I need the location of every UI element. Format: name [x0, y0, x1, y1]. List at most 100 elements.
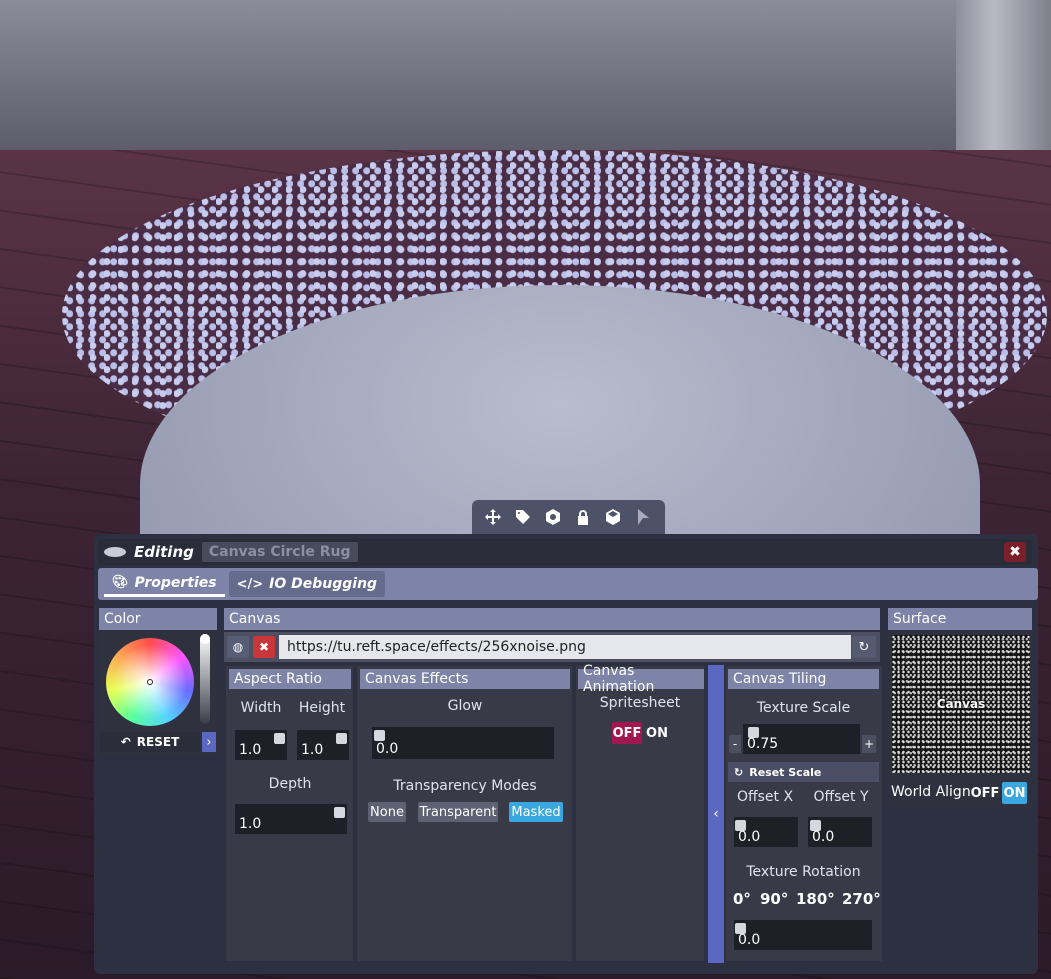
refresh-url-button[interactable]: ↻ [852, 636, 876, 658]
mode-masked-button[interactable]: Masked [509, 802, 563, 822]
cube-icon[interactable] [599, 504, 627, 530]
texture-rotation-value: 0.0 [738, 932, 761, 948]
surface-header-label: Surface [893, 611, 947, 627]
editing-label: Editing [134, 543, 194, 561]
mode-none-button[interactable]: None [368, 802, 406, 822]
tab-io-debugging-label: IO Debugging [269, 576, 378, 592]
palette-icon: 🎨︎ [112, 575, 129, 590]
height-label: Height [298, 700, 346, 716]
rotation-90-button[interactable]: 90° [760, 890, 788, 908]
height-value: 1.0 [301, 742, 324, 758]
brightness-knob[interactable] [200, 634, 210, 644]
brightness-slider[interactable] [200, 634, 210, 724]
transparency-modes-label: Transparency Modes [393, 778, 537, 794]
chevron-left-icon: ‹ [713, 806, 719, 822]
canvas-animation-header-label: Canvas Animation [583, 663, 655, 695]
reset-color-button[interactable]: ↶ RESET [100, 732, 200, 752]
texture-rotation-label: Texture Rotation [746, 864, 861, 880]
surface-header: Surface [888, 608, 1032, 630]
glow-value: 0.0 [376, 741, 399, 757]
world-align-on-button[interactable]: ON [1002, 782, 1027, 804]
url-input[interactable]: https://tu.reft.space/effects/256xnoise.… [279, 635, 851, 659]
canvas-tiling-header: Canvas Tiling [728, 669, 879, 689]
tag-icon[interactable] [509, 504, 537, 530]
scale-plus-button[interactable]: + [862, 735, 876, 753]
code-icon: </> [236, 576, 264, 592]
offset-x-slider[interactable]: 0.0 [734, 817, 798, 847]
glow-slider[interactable]: 0.0 [372, 727, 554, 759]
object-name[interactable]: Canvas Circle Rug [201, 542, 358, 562]
surface-preview[interactable]: Canvas [892, 635, 1030, 773]
tab-properties-label: Properties [134, 574, 217, 591]
offset-x-value: 0.0 [738, 829, 761, 845]
texture-rotation-slider[interactable]: 0.0 [734, 920, 872, 950]
color-header: Color [99, 608, 217, 630]
gizmo-toolbar [472, 500, 665, 534]
close-button[interactable]: ✖ [1004, 542, 1026, 562]
globe-button[interactable]: ◍ [227, 636, 249, 658]
reset-scale-button[interactable]: ↻ Reset Scale [728, 762, 879, 782]
reset-scale-label: Reset Scale [749, 765, 822, 779]
offset-y-slider[interactable]: 0.0 [808, 817, 872, 847]
cube-gear-icon[interactable] [539, 504, 567, 530]
undo-icon: ↶ [120, 735, 131, 749]
offset-y-value: 0.0 [812, 829, 835, 845]
texture-scale-slider[interactable]: 0.75 [743, 724, 860, 754]
offset-y-label: Offset Y [813, 789, 869, 805]
surface-preview-label: Canvas [936, 697, 986, 711]
tab-io-debugging[interactable]: </> IO Debugging [228, 571, 386, 597]
clear-url-button[interactable]: ✖ [253, 636, 275, 658]
rotation-270-button[interactable]: 270° [842, 890, 881, 908]
editor-panel: Editing Canvas Circle Rug ✖ 🎨︎ Propertie… [94, 534, 1038, 974]
glow-label: Glow [447, 698, 483, 714]
tab-bar: 🎨︎ Properties </> IO Debugging [98, 568, 1038, 600]
lock-icon[interactable] [569, 504, 597, 530]
move-icon[interactable] [479, 504, 507, 530]
refresh-icon: ↻ [858, 639, 870, 655]
width-slider[interactable]: 1.0 [235, 730, 287, 760]
offset-x-label: Offset X [736, 789, 794, 805]
globe-icon: ◍ [232, 640, 244, 654]
close-icon: ✖ [258, 640, 270, 654]
depth-label: Depth [268, 776, 312, 792]
depth-value: 1.0 [239, 816, 262, 832]
texture-scale-value: 0.75 [747, 736, 779, 752]
canvas-effects-header-label: Canvas Effects [365, 671, 469, 687]
reset-scale-icon: ↻ [734, 765, 744, 779]
world-align-label: World Align [891, 784, 971, 800]
rug-shape-icon [104, 547, 126, 557]
texture-scale-label: Texture Scale [756, 700, 851, 716]
url-value: https://tu.reft.space/effects/256xnoise.… [287, 639, 586, 655]
color-picker-dot[interactable] [147, 679, 153, 685]
canvas-tiling-header-label: Canvas Tiling [733, 671, 827, 687]
rotation-180-button[interactable]: 180° [796, 890, 835, 908]
width-label: Width [240, 700, 282, 716]
width-knob[interactable] [274, 733, 285, 744]
glow-knob[interactable] [374, 730, 385, 741]
width-value: 1.0 [239, 742, 262, 758]
spritesheet-off-button[interactable]: OFF [612, 722, 642, 744]
editor-titlebar: Editing Canvas Circle Rug ✖ [98, 539, 1032, 565]
spritesheet-on-button[interactable]: ON [644, 722, 670, 744]
color-wheel[interactable] [106, 638, 194, 726]
color-header-label: Color [104, 611, 141, 627]
color-expand-button[interactable]: › [202, 732, 216, 752]
spritesheet-label: Spritesheet [599, 695, 681, 711]
canvas-effects-header: Canvas Effects [360, 669, 570, 689]
depth-knob[interactable] [334, 807, 345, 818]
depth-slider[interactable]: 1.0 [235, 804, 347, 834]
aspect-ratio-header: Aspect Ratio [229, 669, 351, 689]
canvas-header: Canvas [224, 608, 880, 630]
room-pillar [956, 0, 1051, 150]
world-align-off-button[interactable]: OFF [971, 782, 1000, 804]
tab-properties[interactable]: 🎨︎ Properties [104, 571, 225, 597]
mode-transparent-button[interactable]: Transparent [418, 802, 498, 822]
rotation-0-button[interactable]: 0° [733, 890, 751, 908]
height-knob[interactable] [336, 733, 347, 744]
collapse-tiling-button[interactable]: ‹ [708, 665, 724, 963]
pointer-icon[interactable] [629, 504, 657, 530]
height-slider[interactable]: 1.0 [297, 730, 349, 760]
canvas-header-label: Canvas [229, 611, 281, 627]
scale-minus-button[interactable]: - [729, 735, 741, 753]
reset-color-label: RESET [136, 735, 180, 749]
